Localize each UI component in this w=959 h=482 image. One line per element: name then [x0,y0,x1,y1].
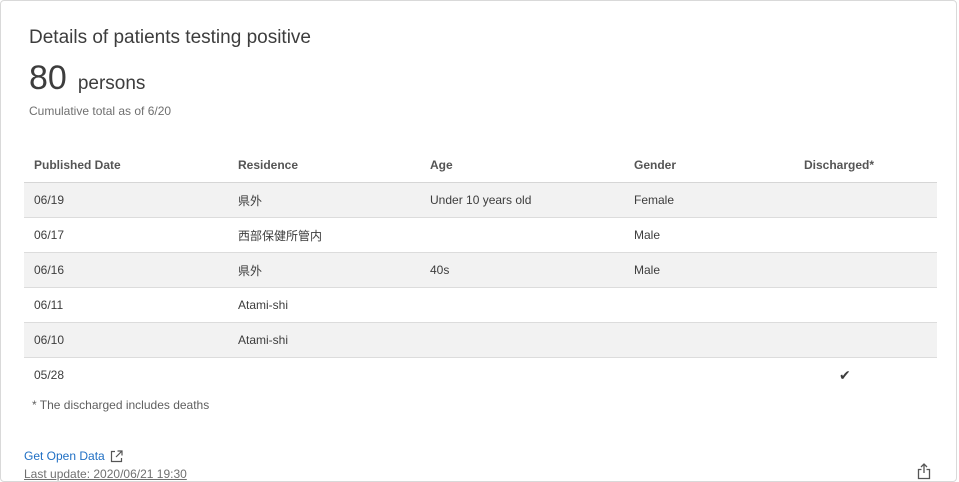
cell-published-date: 06/17 [24,217,228,253]
cell-age [420,287,624,323]
total-number: 80 [29,59,67,97]
cell-gender [624,322,794,358]
total-note: Cumulative total as of 6/20 [29,104,172,118]
table-row: 06/17 西部保健所管内 Male [24,217,937,253]
get-open-data-link[interactable]: Get Open Data [24,449,123,463]
table-row: 06/16 県外 40s Male [24,252,937,288]
cell-gender: Male [624,217,794,253]
card-title: Details of patients testing positive [29,27,311,48]
table-row: 06/10 Atami-shi [24,322,937,358]
header-age[interactable]: Age [420,148,624,183]
cell-published-date: 05/28 [34,368,65,382]
cell-discharged [794,217,937,253]
cell-discharged: ✔ [839,366,851,383]
cell-discharged [794,252,937,288]
cell-gender: Female [624,182,794,218]
last-update: Last update: 2020/06/21 19:30 [24,467,187,481]
cell-residence: Atami-shi [228,322,420,358]
cell-gender [624,358,794,393]
cell-residence: Atami-shi [228,287,420,323]
patients-table: Published Date Residence Age Gender Disc… [24,148,937,392]
cell-published-date: 06/11 [24,287,228,323]
share-icon [917,462,931,479]
cell-age [420,322,624,358]
cell-gender [624,287,794,323]
total-unit: persons [77,73,146,94]
external-link-icon [110,449,123,462]
cell-published-date: 06/10 [24,322,228,358]
cell-residence [228,358,420,393]
table-row: 06/11 Atami-shi [24,287,937,323]
cell-age [420,358,624,393]
header-gender[interactable]: Gender [624,148,794,183]
cell-residence: 県外 [228,182,420,218]
table-row: 05/28 ✔ [24,358,937,393]
header-discharged[interactable]: Discharged* [794,148,937,183]
total-count: 80 persons [29,59,145,98]
cell-discharged [794,287,937,323]
cell-published-date: 06/16 [24,252,228,288]
cell-age: 40s [420,252,624,288]
patients-card: Details of patients testing positive 80 … [0,0,957,482]
cell-age [420,217,624,253]
cell-residence: 西部保健所管内 [228,217,420,253]
share-button[interactable] [915,462,933,480]
cell-published-date: 06/19 [24,182,228,218]
cell-age: Under 10 years old [420,182,624,218]
table-header-row: Published Date Residence Age Gender Disc… [24,148,937,183]
cell-gender: Male [624,252,794,288]
header-residence[interactable]: Residence [228,148,420,183]
table-row: 06/19 県外 Under 10 years old Female [24,182,937,218]
cell-discharged [794,322,937,358]
cell-residence: 県外 [228,252,420,288]
header-published-date[interactable]: Published Date [24,148,228,183]
open-data-label: Get Open Data [24,449,105,463]
discharged-footnote: * The discharged includes deaths [32,398,210,412]
cell-discharged [794,182,937,218]
